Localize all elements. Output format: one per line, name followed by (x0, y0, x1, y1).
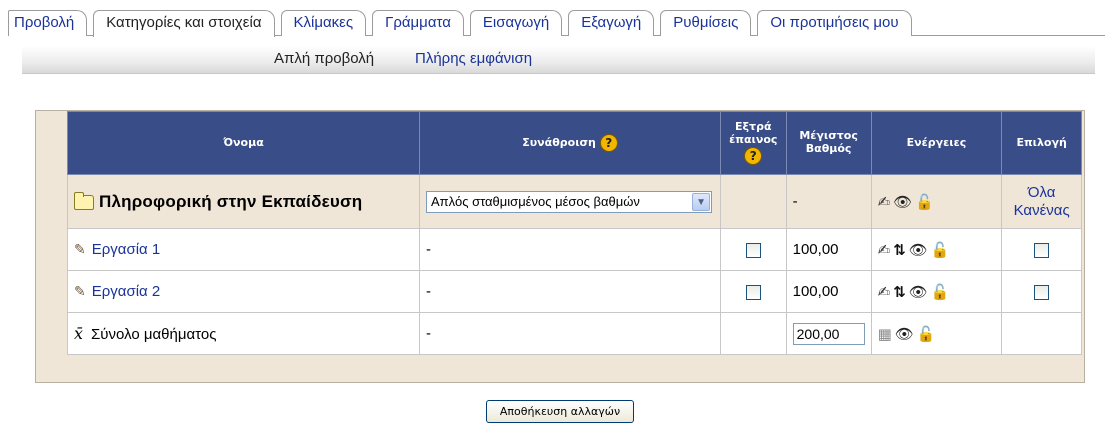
header-extra-credit-line2: έπαινος (729, 133, 778, 146)
header-extra-credit-line1: Εξτρά (735, 120, 772, 134)
select-checkbox[interactable] (1034, 242, 1050, 258)
table-row: ✎ Εργασία 1 - 100,00 ✍⇅👁🔓 (66, 228, 1082, 271)
tab-my-preferences[interactable]: Οι προτιμήσεις μου (757, 10, 912, 36)
header-actions: Ενέργειες (870, 111, 1003, 175)
calculator-icon[interactable]: ▦ (878, 326, 895, 343)
total-name: Σύνολο μαθήματος (91, 326, 217, 343)
header-max-grade-line2: Βαθμός (805, 142, 852, 155)
table-header-row: Όνομα Συνάθροιση ? Εξτρά έπαινος ? Μέγισ… (66, 111, 1082, 175)
folder-icon (74, 191, 94, 210)
item-select-cell (1001, 270, 1082, 313)
total-actions: ▦👁🔓 (870, 312, 1003, 355)
category-select-cell: Όλα Κανένας (1001, 174, 1082, 229)
mean-symbol-icon: x̄ (74, 324, 84, 343)
assignment-icon: ✎ (74, 241, 86, 257)
category-aggregation-cell: Απλός σταθμισμένος μέσος βαθμών ▼ (419, 174, 721, 229)
item-name-link[interactable]: Εργασία 1 (92, 241, 160, 258)
item-actions: ✍⇅👁🔓 (870, 228, 1003, 271)
select-checkbox[interactable] (1034, 284, 1050, 300)
item-aggregation: - (419, 228, 721, 271)
aggregation-select-value: Απλός σταθμισμένος μέσος βαθμών (431, 194, 640, 209)
category-actions: ✍👁🔓 (870, 174, 1003, 229)
extra-credit-checkbox[interactable] (745, 284, 761, 300)
item-extra-credit-cell (719, 228, 787, 271)
help-icon[interactable]: ? (744, 146, 763, 165)
eye-icon[interactable]: 👁 (909, 284, 931, 301)
item-max-grade: 100,00 (785, 228, 872, 271)
edit-icon[interactable]: ✍ (878, 242, 894, 259)
header-aggregation: Συνάθροιση ? (419, 111, 721, 175)
item-actions: ✍⇅👁🔓 (870, 270, 1003, 313)
total-aggregation: - (419, 312, 721, 355)
lock-icon[interactable]: 🔓 (931, 284, 953, 301)
tab-view[interactable]: Προβολή (8, 10, 88, 36)
lock-icon[interactable]: 🔓 (917, 326, 939, 343)
category-extra-credit-cell (719, 174, 787, 229)
header-extra-credit: Εξτρά έπαινος ? (719, 111, 787, 175)
category-row: Πληροφορική στην Εκπαίδευση Απλός σταθμι… (66, 174, 1082, 229)
eye-icon[interactable]: 👁 (909, 242, 931, 259)
sub-tabs: Απλή προβολή Πλήρης εμφάνιση (22, 46, 1095, 74)
subtab-full-view[interactable]: Πλήρης εμφάνιση (415, 50, 532, 67)
main-tabs: Προβολή Κατηγορίες και στοιχεία Κλίμακες… (8, 10, 1105, 37)
header-max-grade: Μέγιστος Βαθμός (785, 111, 872, 175)
item-name-cell: ✎ Εργασία 1 (66, 228, 421, 271)
item-max-grade: 100,00 (785, 270, 872, 313)
total-row: x̄ Σύνολο μαθήματος - 200,00 ▦👁🔓 (66, 312, 1082, 355)
lock-icon[interactable]: 🔓 (915, 194, 937, 211)
select-none-link[interactable]: Κανένας (1014, 202, 1070, 219)
move-icon[interactable]: ⇅ (893, 284, 909, 301)
total-extra-credit-cell (719, 312, 787, 355)
header-max-grade-line1: Μέγιστος (799, 129, 858, 143)
grade-items-table: Όνομα Συνάθροιση ? Εξτρά έπαινος ? Μέγισ… (66, 111, 1082, 355)
header-select: Επιλογή (1001, 111, 1082, 175)
item-name-link[interactable]: Εργασία 2 (92, 283, 160, 300)
tab-letters[interactable]: Γράμματα (372, 10, 464, 36)
edit-icon[interactable]: ✍ (878, 194, 894, 211)
item-aggregation: - (419, 270, 721, 313)
move-icon[interactable]: ⇅ (893, 242, 909, 259)
grade-categories-panel: Όνομα Συνάθροιση ? Εξτρά έπαινος ? Μέγισ… (35, 110, 1085, 383)
chevron-down-icon[interactable]: ▼ (692, 192, 711, 211)
eye-icon[interactable]: 👁 (893, 194, 915, 211)
table-row: ✎ Εργασία 2 - 100,00 ✍⇅👁🔓 (66, 270, 1082, 313)
tab-scales[interactable]: Κλίμακες (280, 10, 367, 36)
tab-categories-items[interactable]: Κατηγορίες και στοιχεία (93, 10, 275, 37)
select-all-link[interactable]: Όλα (1028, 184, 1056, 201)
edit-icon[interactable]: ✍ (878, 284, 894, 301)
category-name-cell: Πληροφορική στην Εκπαίδευση (66, 174, 421, 229)
tab-settings[interactable]: Ρυθμίσεις (660, 10, 752, 36)
subtab-simple-view: Απλή προβολή (274, 50, 375, 67)
header-aggregation-label: Συνάθροιση (522, 136, 596, 149)
lock-icon[interactable]: 🔓 (931, 242, 953, 259)
help-icon[interactable]: ? (599, 134, 618, 152)
category-max-grade: - (785, 174, 872, 229)
total-name-cell: x̄ Σύνολο μαθήματος (66, 312, 421, 355)
tab-export[interactable]: Εξαγωγή (568, 10, 655, 36)
header-name: Όνομα (66, 111, 421, 175)
eye-icon[interactable]: 👁 (895, 326, 917, 343)
max-grade-input[interactable]: 200,00 (792, 322, 865, 345)
total-max-grade-cell: 200,00 (785, 312, 872, 355)
aggregation-select[interactable]: Απλός σταθμισμένος μέσος βαθμών ▼ (426, 190, 713, 213)
item-extra-credit-cell (719, 270, 787, 313)
item-name-cell: ✎ Εργασία 2 (66, 270, 421, 313)
extra-credit-checkbox[interactable] (745, 242, 761, 258)
total-select-cell (1001, 312, 1082, 355)
tab-import[interactable]: Εισαγωγή (469, 10, 563, 36)
category-name: Πληροφορική στην Εκπαίδευση (99, 191, 363, 211)
save-changes-button[interactable]: Αποθήκευση αλλαγών (486, 400, 634, 423)
item-select-cell (1001, 228, 1082, 271)
assignment-icon: ✎ (74, 283, 86, 299)
